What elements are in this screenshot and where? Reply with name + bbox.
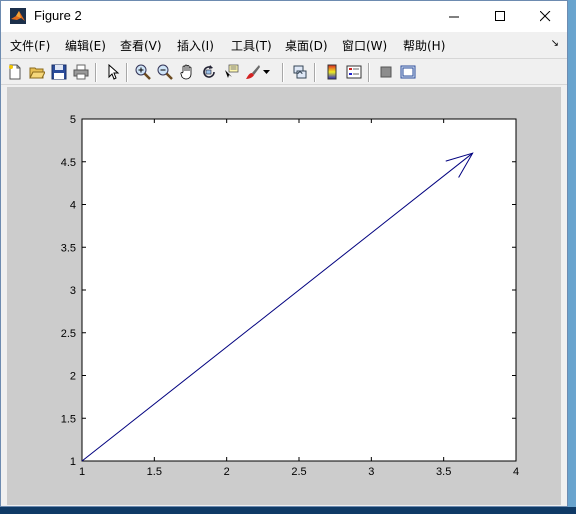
menu-file[interactable]: 文件(F) (10, 37, 50, 54)
rotate-3d-button[interactable] (199, 62, 219, 82)
y-tick-label: 4.5 (61, 157, 76, 169)
close-button[interactable] (522, 1, 568, 32)
pan-hand-icon (180, 64, 192, 80)
minimize-icon (448, 16, 459, 18)
menu-tools[interactable]: 工具(T) (231, 37, 272, 54)
brush-dropdown-button[interactable] (261, 62, 271, 82)
menu-edit[interactable]: 编辑(E) (65, 37, 106, 54)
x-tick-label: 3.5 (436, 466, 451, 478)
colorbar-button[interactable] (322, 62, 342, 82)
y-tick-label: 1 (70, 456, 76, 468)
figure-toolbar (1, 58, 567, 85)
y-tick-label: 1.5 (61, 413, 76, 425)
menu-window[interactable]: 窗口(W) (342, 37, 387, 54)
data-cursor-button[interactable] (221, 62, 241, 82)
menu-help[interactable]: 帮助(H) (403, 37, 445, 54)
taskbar (0, 507, 576, 514)
brush-icon (246, 65, 260, 79)
open-file-icon (29, 67, 45, 79)
y-tick-label: 5 (70, 114, 76, 126)
open-file-button[interactable] (27, 62, 47, 82)
menu-insert[interactable]: 插入(I) (177, 37, 214, 54)
x-tick-label: 1.5 (147, 466, 162, 478)
colorbar-icon (327, 64, 337, 80)
plot-axes[interactable]: 1 1.5 2 2.5 3 3.5 4 1 1.5 2 2.5 3 3.5 4 4.5 5 (7, 87, 561, 505)
print-icon (73, 64, 89, 80)
zoom-out-button[interactable] (155, 62, 175, 82)
y-tick-label: 4 (70, 200, 76, 212)
show-plot-tools-icon (400, 65, 416, 79)
dock-arrow-icon[interactable]: ↘ (551, 38, 559, 49)
save-button[interactable] (49, 62, 69, 82)
data-cursor-icon (225, 64, 239, 78)
zoom-in-icon (135, 64, 151, 80)
pan-button[interactable] (177, 62, 197, 82)
figure-window: Figure 2 文件(F) 编辑(E) 查看(V) 插入(I) 工具(T) 桌… (0, 0, 568, 507)
zoom-out-icon (157, 64, 173, 80)
link-plot-icon (293, 65, 307, 79)
save-icon (51, 64, 67, 80)
show-plot-tools-button[interactable] (398, 62, 418, 82)
edit-plot-arrow-icon (108, 64, 120, 80)
legend-icon (346, 65, 362, 79)
edit-plot-button[interactable] (103, 62, 123, 82)
menu-bar: 文件(F) 编辑(E) 查看(V) 插入(I) 工具(T) 桌面(D) 窗口(W… (1, 34, 567, 56)
maximize-button[interactable] (477, 1, 523, 32)
minimize-button[interactable] (431, 1, 477, 32)
x-tick-label: 2.5 (291, 466, 306, 478)
hide-plot-tools-icon (380, 66, 392, 78)
toolbar-separator (314, 63, 316, 82)
title-bar[interactable]: Figure 2 (1, 1, 567, 32)
y-tick-label: 3 (70, 285, 76, 297)
new-figure-icon (9, 64, 21, 80)
window-title: Figure 2 (34, 8, 82, 23)
figure-canvas: 1 1.5 2 2.5 3 3.5 4 1 1.5 2 2.5 3 3.5 4 4.5 5 (7, 87, 561, 505)
x-tick-label: 4 (513, 466, 519, 478)
zoom-in-button[interactable] (133, 62, 153, 82)
x-tick-label: 3 (368, 466, 374, 478)
print-button[interactable] (71, 62, 91, 82)
toolbar-separator (95, 63, 97, 82)
toolbar-separator (282, 63, 284, 82)
y-tick-label: 3.5 (61, 242, 76, 254)
hide-plot-tools-button[interactable] (376, 62, 396, 82)
menu-desktop[interactable]: 桌面(D) (285, 37, 328, 54)
legend-button[interactable] (344, 62, 364, 82)
menu-view[interactable]: 查看(V) (120, 37, 162, 54)
new-figure-button[interactable] (5, 62, 25, 82)
matlab-logo-icon (10, 8, 26, 24)
toolbar-separator (126, 63, 128, 82)
brush-button[interactable] (243, 62, 263, 82)
maximize-icon (494, 11, 505, 21)
brush-dropdown-icon (262, 69, 270, 74)
y-tick-label: 2.5 (61, 328, 76, 340)
x-tick-label: 2 (224, 466, 230, 478)
x-tick-label: 1 (79, 466, 85, 478)
y-tick-label: 2 (70, 371, 76, 383)
link-plot-button[interactable] (290, 62, 310, 82)
close-icon (539, 11, 550, 22)
rotate-3d-icon (203, 65, 215, 78)
toolbar-separator (368, 63, 370, 82)
